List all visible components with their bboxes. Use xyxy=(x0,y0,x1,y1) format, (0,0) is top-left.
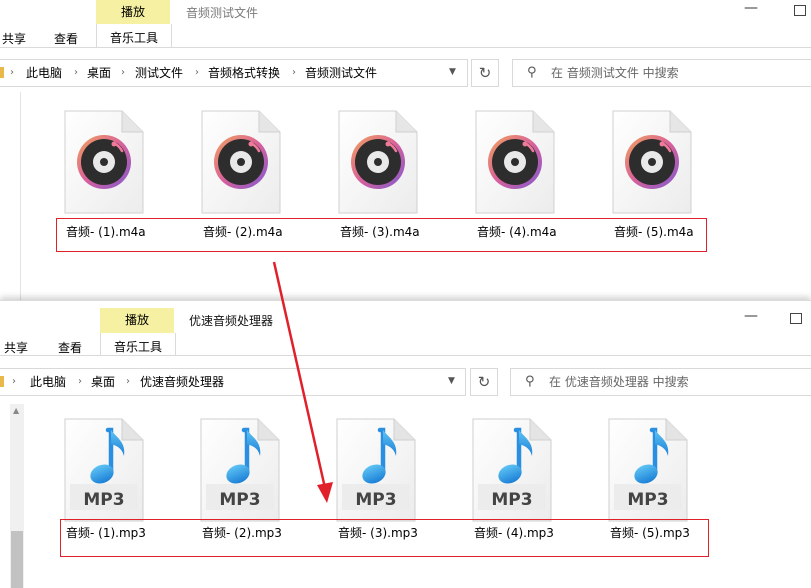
tab-music-tools[interactable]: 音乐工具 xyxy=(96,24,172,47)
mp3-badge: MP3 xyxy=(83,490,125,510)
ribbon-divider xyxy=(0,47,811,48)
chevron-down-icon[interactable]: ▼ xyxy=(448,376,455,386)
breadcrumb-separator-icon: › xyxy=(121,67,125,78)
address-bar[interactable]: › 此电脑 › 桌面 › 测试文件 › 音频格式转换 › 音频测试文件 ▼ xyxy=(0,59,468,87)
breadcrumb-desktop[interactable]: 桌面 xyxy=(87,60,111,86)
address-bar[interactable]: › 此电脑 › 桌面 › 优速音频处理器 ▼ xyxy=(0,368,466,396)
file-name[interactable]: 音频- (2).m4a xyxy=(203,223,283,240)
search-box[interactable]: ⚲ 在 优速音频处理器 中搜索 xyxy=(510,368,811,396)
maximize-icon[interactable] xyxy=(790,313,802,324)
vinyl-record-icon[interactable] xyxy=(475,110,555,214)
search-input[interactable]: 在 优速音频处理器 中搜索 xyxy=(549,369,689,395)
search-icon: ⚲ xyxy=(527,65,537,80)
breadcrumb-separator-icon: › xyxy=(195,67,199,78)
vinyl-record-icon[interactable] xyxy=(338,110,418,214)
explorer-window-audio-test-files: 播放 音频测试文件 — 共享 查看 音乐工具 › 此电脑 › 桌面 › 测试文件… xyxy=(0,0,811,300)
breadcrumb-separator-icon: › xyxy=(126,376,130,387)
file-name[interactable]: 音频- (2).mp3 xyxy=(202,524,282,541)
tab-music-tools[interactable]: 音乐工具 xyxy=(100,333,176,355)
search-input[interactable]: 在 音频测试文件 中搜索 xyxy=(551,60,679,86)
breadcrumb-test-files[interactable]: 测试文件 xyxy=(135,60,183,86)
vinyl-record-icon[interactable] xyxy=(64,110,144,214)
mp3-badge: MP3 xyxy=(491,490,533,510)
tab-share[interactable]: 共享 xyxy=(2,31,26,47)
mp3-badge: MP3 xyxy=(355,490,397,510)
file-name[interactable]: 音频- (1).m4a xyxy=(66,223,146,240)
breadcrumb-separator-icon: › xyxy=(74,67,78,78)
folder-icon xyxy=(0,376,4,387)
window-title: 优速音频处理器 xyxy=(189,314,274,328)
breadcrumb-separator-icon: › xyxy=(292,67,296,78)
breadcrumb-separator-icon: › xyxy=(12,376,16,387)
refresh-icon[interactable]: ↻ xyxy=(471,59,499,87)
maximize-icon[interactable] xyxy=(794,5,806,16)
chevron-down-icon[interactable]: ▼ xyxy=(449,67,456,77)
folder-icon xyxy=(0,67,4,78)
nav-pane-divider xyxy=(20,92,21,300)
vinyl-record-icon[interactable] xyxy=(612,110,692,214)
file-name[interactable]: 音频- (4).m4a xyxy=(477,223,557,240)
search-box[interactable]: ⚲ 在 音频测试文件 中搜索 xyxy=(512,59,811,87)
search-icon: ⚲ xyxy=(525,374,535,389)
file-name[interactable]: 音频- (1).mp3 xyxy=(66,524,146,541)
window-title: 音频测试文件 xyxy=(186,6,259,20)
breadcrumb-this-pc[interactable]: 此电脑 xyxy=(26,60,62,86)
breadcrumb-audio-processor[interactable]: 优速音频处理器 xyxy=(140,369,224,395)
scrollbar-thumb[interactable] xyxy=(11,531,23,588)
breadcrumb-audio-format-convert[interactable]: 音频格式转换 xyxy=(208,60,280,86)
breadcrumb-desktop[interactable]: 桌面 xyxy=(91,369,115,395)
ribbon-context-tab-play[interactable]: 播放 xyxy=(100,308,174,333)
mp3-badge: MP3 xyxy=(627,490,669,510)
ribbon-divider xyxy=(0,355,811,356)
scroll-up-icon[interactable]: ▲ xyxy=(13,406,19,415)
explorer-window-audio-processor: 播放 优速音频处理器 — 共享 查看 音乐工具 › 此电脑 › 桌面 › 优速音… xyxy=(0,300,811,588)
vinyl-record-icon[interactable] xyxy=(201,110,281,214)
minimize-icon[interactable]: — xyxy=(744,0,758,16)
tab-share[interactable]: 共享 xyxy=(4,340,28,356)
file-name[interactable]: 音频- (4).mp3 xyxy=(474,524,554,541)
file-name[interactable]: 音频- (3).m4a xyxy=(340,223,420,240)
minimize-icon[interactable]: — xyxy=(744,308,758,324)
tab-view[interactable]: 查看 xyxy=(58,340,82,356)
tab-view[interactable]: 查看 xyxy=(54,31,78,47)
breadcrumb-separator-icon: › xyxy=(10,67,14,78)
file-name[interactable]: 音频- (3).mp3 xyxy=(338,524,418,541)
mp3-badge: MP3 xyxy=(219,490,261,510)
ribbon-context-tab-play[interactable]: 播放 xyxy=(96,0,170,24)
file-name[interactable]: 音频- (5).m4a xyxy=(614,223,694,240)
breadcrumb-this-pc[interactable]: 此电脑 xyxy=(30,369,66,395)
breadcrumb-audio-test-files[interactable]: 音频测试文件 xyxy=(305,60,377,86)
refresh-icon[interactable]: ↻ xyxy=(470,368,498,396)
file-name[interactable]: 音频- (5).mp3 xyxy=(610,524,690,541)
breadcrumb-separator-icon: › xyxy=(78,376,82,387)
